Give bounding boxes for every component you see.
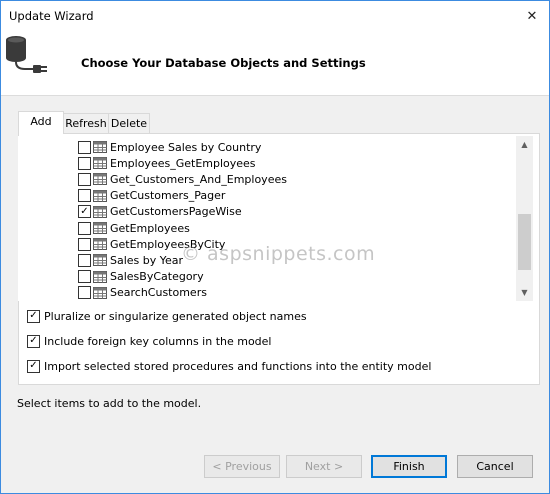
stored-procedure-icon (93, 141, 107, 153)
list-item[interactable]: ✓ GetCustomersPageWise (78, 204, 242, 220)
tab-add[interactable]: Add (18, 111, 64, 134)
update-wizard-window: Update Wizard ✕ Choose Your Database Obj… (0, 0, 550, 494)
stored-procedure-icon (93, 254, 107, 267)
checkbox[interactable]: ✓ (78, 205, 91, 219)
option-import-procedures[interactable]: ✓ Import selected stored procedures and … (27, 358, 431, 374)
stored-procedure-icon (93, 173, 107, 186)
close-button[interactable]: ✕ (515, 1, 549, 31)
option-label: Import selected stored procedures and fu… (44, 359, 432, 373)
chevron-down-icon: ▼ (521, 288, 528, 297)
previous-button[interactable]: < Previous (204, 455, 280, 478)
option-foreign-keys[interactable]: ✓ Include foreign key columns in the mod… (27, 333, 272, 349)
footer-divider (1, 419, 549, 420)
checkbox[interactable] (78, 253, 91, 267)
wizard-header: Choose Your Database Objects and Setting… (1, 31, 549, 96)
checkbox[interactable]: ✓ (27, 334, 40, 348)
list-item-label: Sales by Year (110, 253, 184, 267)
checkbox[interactable] (78, 140, 91, 154)
stored-procedure-icon (93, 157, 107, 170)
checkbox[interactable] (78, 270, 91, 284)
checkbox[interactable] (78, 172, 91, 186)
scroll-up-button[interactable]: ▲ (516, 136, 533, 153)
title-bar: Update Wizard ✕ (1, 1, 549, 31)
checkbox[interactable] (78, 156, 91, 170)
list-item-label: SearchCustomers (110, 286, 207, 300)
stored-procedure-icon (93, 222, 107, 234)
tab-refresh[interactable]: Refresh (63, 113, 109, 133)
option-label: Include foreign key columns in the model (44, 334, 272, 348)
list-item[interactable]: GetCustomers_Pager (78, 188, 225, 204)
list-item-label: GetEmployees (110, 221, 190, 235)
list-item[interactable]: SearchCustomers (78, 285, 207, 301)
option-label: Pluralize or singularize generated objec… (44, 309, 307, 323)
stored-procedure-icon (93, 238, 107, 251)
database-objects-list[interactable]: Employee Sales by Country Employees_GetEm… (18, 136, 534, 301)
tab-delete[interactable]: Delete (108, 113, 150, 133)
close-icon: ✕ (526, 8, 538, 24)
list-item[interactable]: SalesByCategory (78, 269, 204, 285)
list-item-label: Employees_GetEmployees (110, 156, 256, 170)
finish-button[interactable]: Finish (371, 455, 447, 478)
checkbox[interactable] (78, 221, 91, 235)
list-item[interactable]: Sales by Year (78, 252, 183, 268)
checkbox[interactable] (78, 286, 91, 300)
stored-procedure-icon (93, 205, 107, 218)
list-item[interactable]: Employees_GetEmployees (78, 155, 256, 171)
checkbox[interactable]: ✓ (27, 359, 40, 373)
page-title: Choose Your Database Objects and Setting… (81, 56, 366, 70)
list-item-label: GetCustomersPageWise (110, 205, 242, 219)
database-plug-icon (6, 36, 47, 73)
scroll-down-button[interactable]: ▼ (516, 284, 533, 301)
checkbox[interactable]: ✓ (27, 309, 40, 323)
checkbox[interactable] (78, 189, 91, 203)
list-item-label: SalesByCategory (110, 270, 204, 284)
list-item[interactable]: Employee Sales by Country (78, 139, 261, 155)
next-button[interactable]: Next > (286, 455, 362, 478)
list-item-label: GetCustomers_Pager (110, 189, 226, 203)
cancel-button[interactable]: Cancel (457, 455, 533, 478)
chevron-up-icon: ▲ (521, 140, 528, 149)
checkbox[interactable] (78, 237, 91, 251)
option-pluralize[interactable]: ✓ Pluralize or singularize generated obj… (27, 308, 307, 324)
scroll-thumb[interactable] (518, 214, 531, 270)
watermark: © aspsnippets.com (181, 243, 376, 265)
list-item[interactable]: GetEmployees (78, 220, 190, 236)
status-text: Select items to add to the model. (17, 397, 202, 410)
stored-procedure-icon (93, 286, 107, 299)
list-item[interactable]: Get_Customers_And_Employees (78, 171, 287, 187)
list-item-label: Get_Customers_And_Employees (110, 172, 287, 186)
list-scrollbar[interactable]: ▲ ▼ (516, 136, 533, 301)
window-title: Update Wizard (9, 9, 94, 23)
stored-procedure-icon (93, 270, 107, 283)
stored-procedure-icon (93, 189, 107, 202)
list-item-label: Employee Sales by Country (110, 140, 262, 154)
